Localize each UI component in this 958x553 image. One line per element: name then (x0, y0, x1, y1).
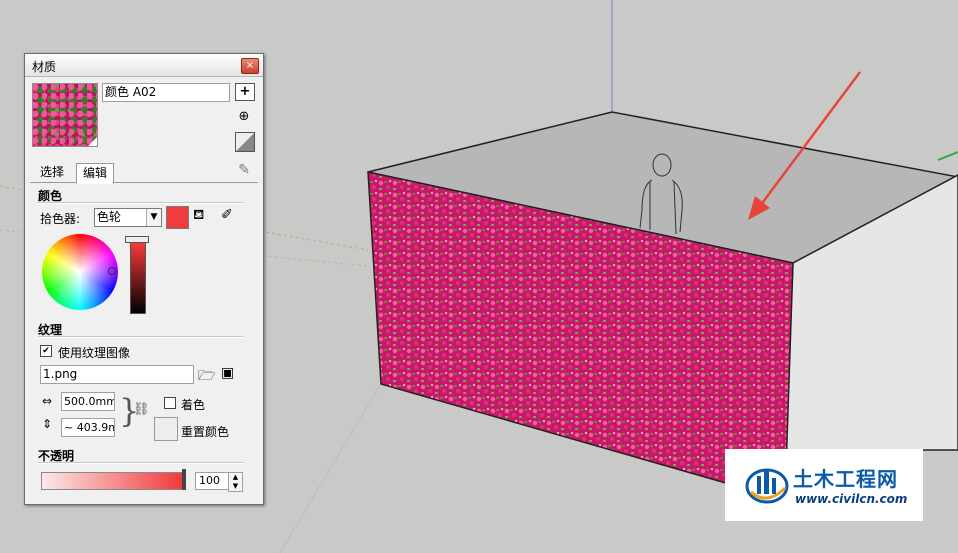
opacity-value-input[interactable]: 100 (195, 472, 230, 490)
chain-link-icon: ⛓ (133, 402, 150, 417)
texture-width-input[interactable]: 500.0mm (61, 392, 115, 411)
width-arrow-icon: ⇔ (42, 394, 53, 408)
texture-file-input[interactable]: 1.png (40, 365, 194, 384)
height-arrow-icon: ⇕ (42, 417, 53, 431)
browse-texture-button[interactable]: 🗁 (198, 365, 215, 389)
reset-color-button[interactable] (154, 417, 178, 441)
civilcn-logo-icon (745, 468, 789, 504)
folder-icon: 🗁 (198, 368, 216, 384)
watermark-url: www.civilcn.com (795, 492, 908, 506)
default-paint-button[interactable]: ⊕ (235, 108, 253, 126)
create-material-button[interactable]: + (235, 83, 255, 101)
texture-height-input[interactable]: ~ 403.9m (61, 418, 115, 437)
match-color-screen-button[interactable]: ✐ (221, 207, 233, 223)
divider (38, 336, 244, 338)
tab-bar: 选择 编辑 ✎ (30, 162, 258, 184)
colorize-checkbox[interactable] (164, 397, 176, 409)
swatch-corner-icon (88, 137, 97, 146)
create-material-icon: + (239, 84, 251, 99)
color-picker-value: 色轮 (97, 210, 122, 224)
paint-bucket-icon: ⛾ (193, 207, 205, 223)
materials-panel: 材质 × 颜色 A02 + ⊕ 选择 编辑 ✎ 颜色 拾色器: 色轮 ▼ ⛾ ✐… (24, 53, 264, 505)
tab-edit[interactable]: 编辑 (76, 163, 115, 184)
color-picker-select[interactable]: 色轮 ▼ (94, 208, 162, 227)
current-color-swatch[interactable] (166, 206, 189, 229)
material-name-input[interactable]: 颜色 A02 (102, 83, 230, 102)
edit-texture-button[interactable]: ▣ (221, 365, 234, 381)
brightness-slider[interactable] (130, 240, 146, 314)
divider (38, 462, 244, 464)
image-edit-icon: ▣ (221, 365, 235, 381)
opacity-spinner[interactable]: ▲ ▼ (228, 472, 243, 492)
match-color-model-button[interactable]: ⛾ (193, 207, 204, 225)
chevron-down-icon: ▼ (146, 209, 161, 226)
color-picker-label: 拾色器: (40, 212, 81, 226)
chevron-up-icon: ▲ (232, 473, 239, 481)
opacity-slider[interactable] (41, 472, 185, 490)
lock-aspect-button[interactable]: ⛓ (133, 402, 150, 417)
opacity-slider-handle[interactable] (182, 469, 186, 490)
eyedropper-icon[interactable]: ✎ (238, 162, 250, 178)
close-button[interactable]: × (241, 58, 259, 74)
close-icon: × (245, 60, 255, 71)
eyedropper-icon: ✐ (221, 207, 233, 223)
material-preview-swatch[interactable] (32, 83, 98, 147)
color-wheel[interactable] (42, 234, 118, 310)
divider (38, 202, 244, 204)
use-texture-label: 使用纹理图像 (58, 346, 131, 360)
chevron-down-icon: ▼ (232, 482, 239, 490)
colorize-label: 着色 (181, 398, 206, 412)
sample-paint-button[interactable] (235, 132, 255, 152)
watermark: 土木工程网 www.civilcn.com (725, 449, 923, 521)
panel-title: 材质 (32, 60, 57, 74)
reset-color-label: 重置颜色 (181, 425, 230, 439)
color-wheel-marker[interactable] (108, 267, 116, 275)
paint-bucket-icon: ⊕ (238, 109, 250, 124)
panel-titlebar[interactable]: 材质 × (25, 54, 263, 77)
watermark-name: 土木工程网 (793, 467, 898, 491)
brightness-slider-handle[interactable] (125, 236, 149, 243)
tab-select[interactable]: 选择 (34, 163, 70, 181)
use-texture-checkbox[interactable]: ✔ (40, 345, 52, 357)
